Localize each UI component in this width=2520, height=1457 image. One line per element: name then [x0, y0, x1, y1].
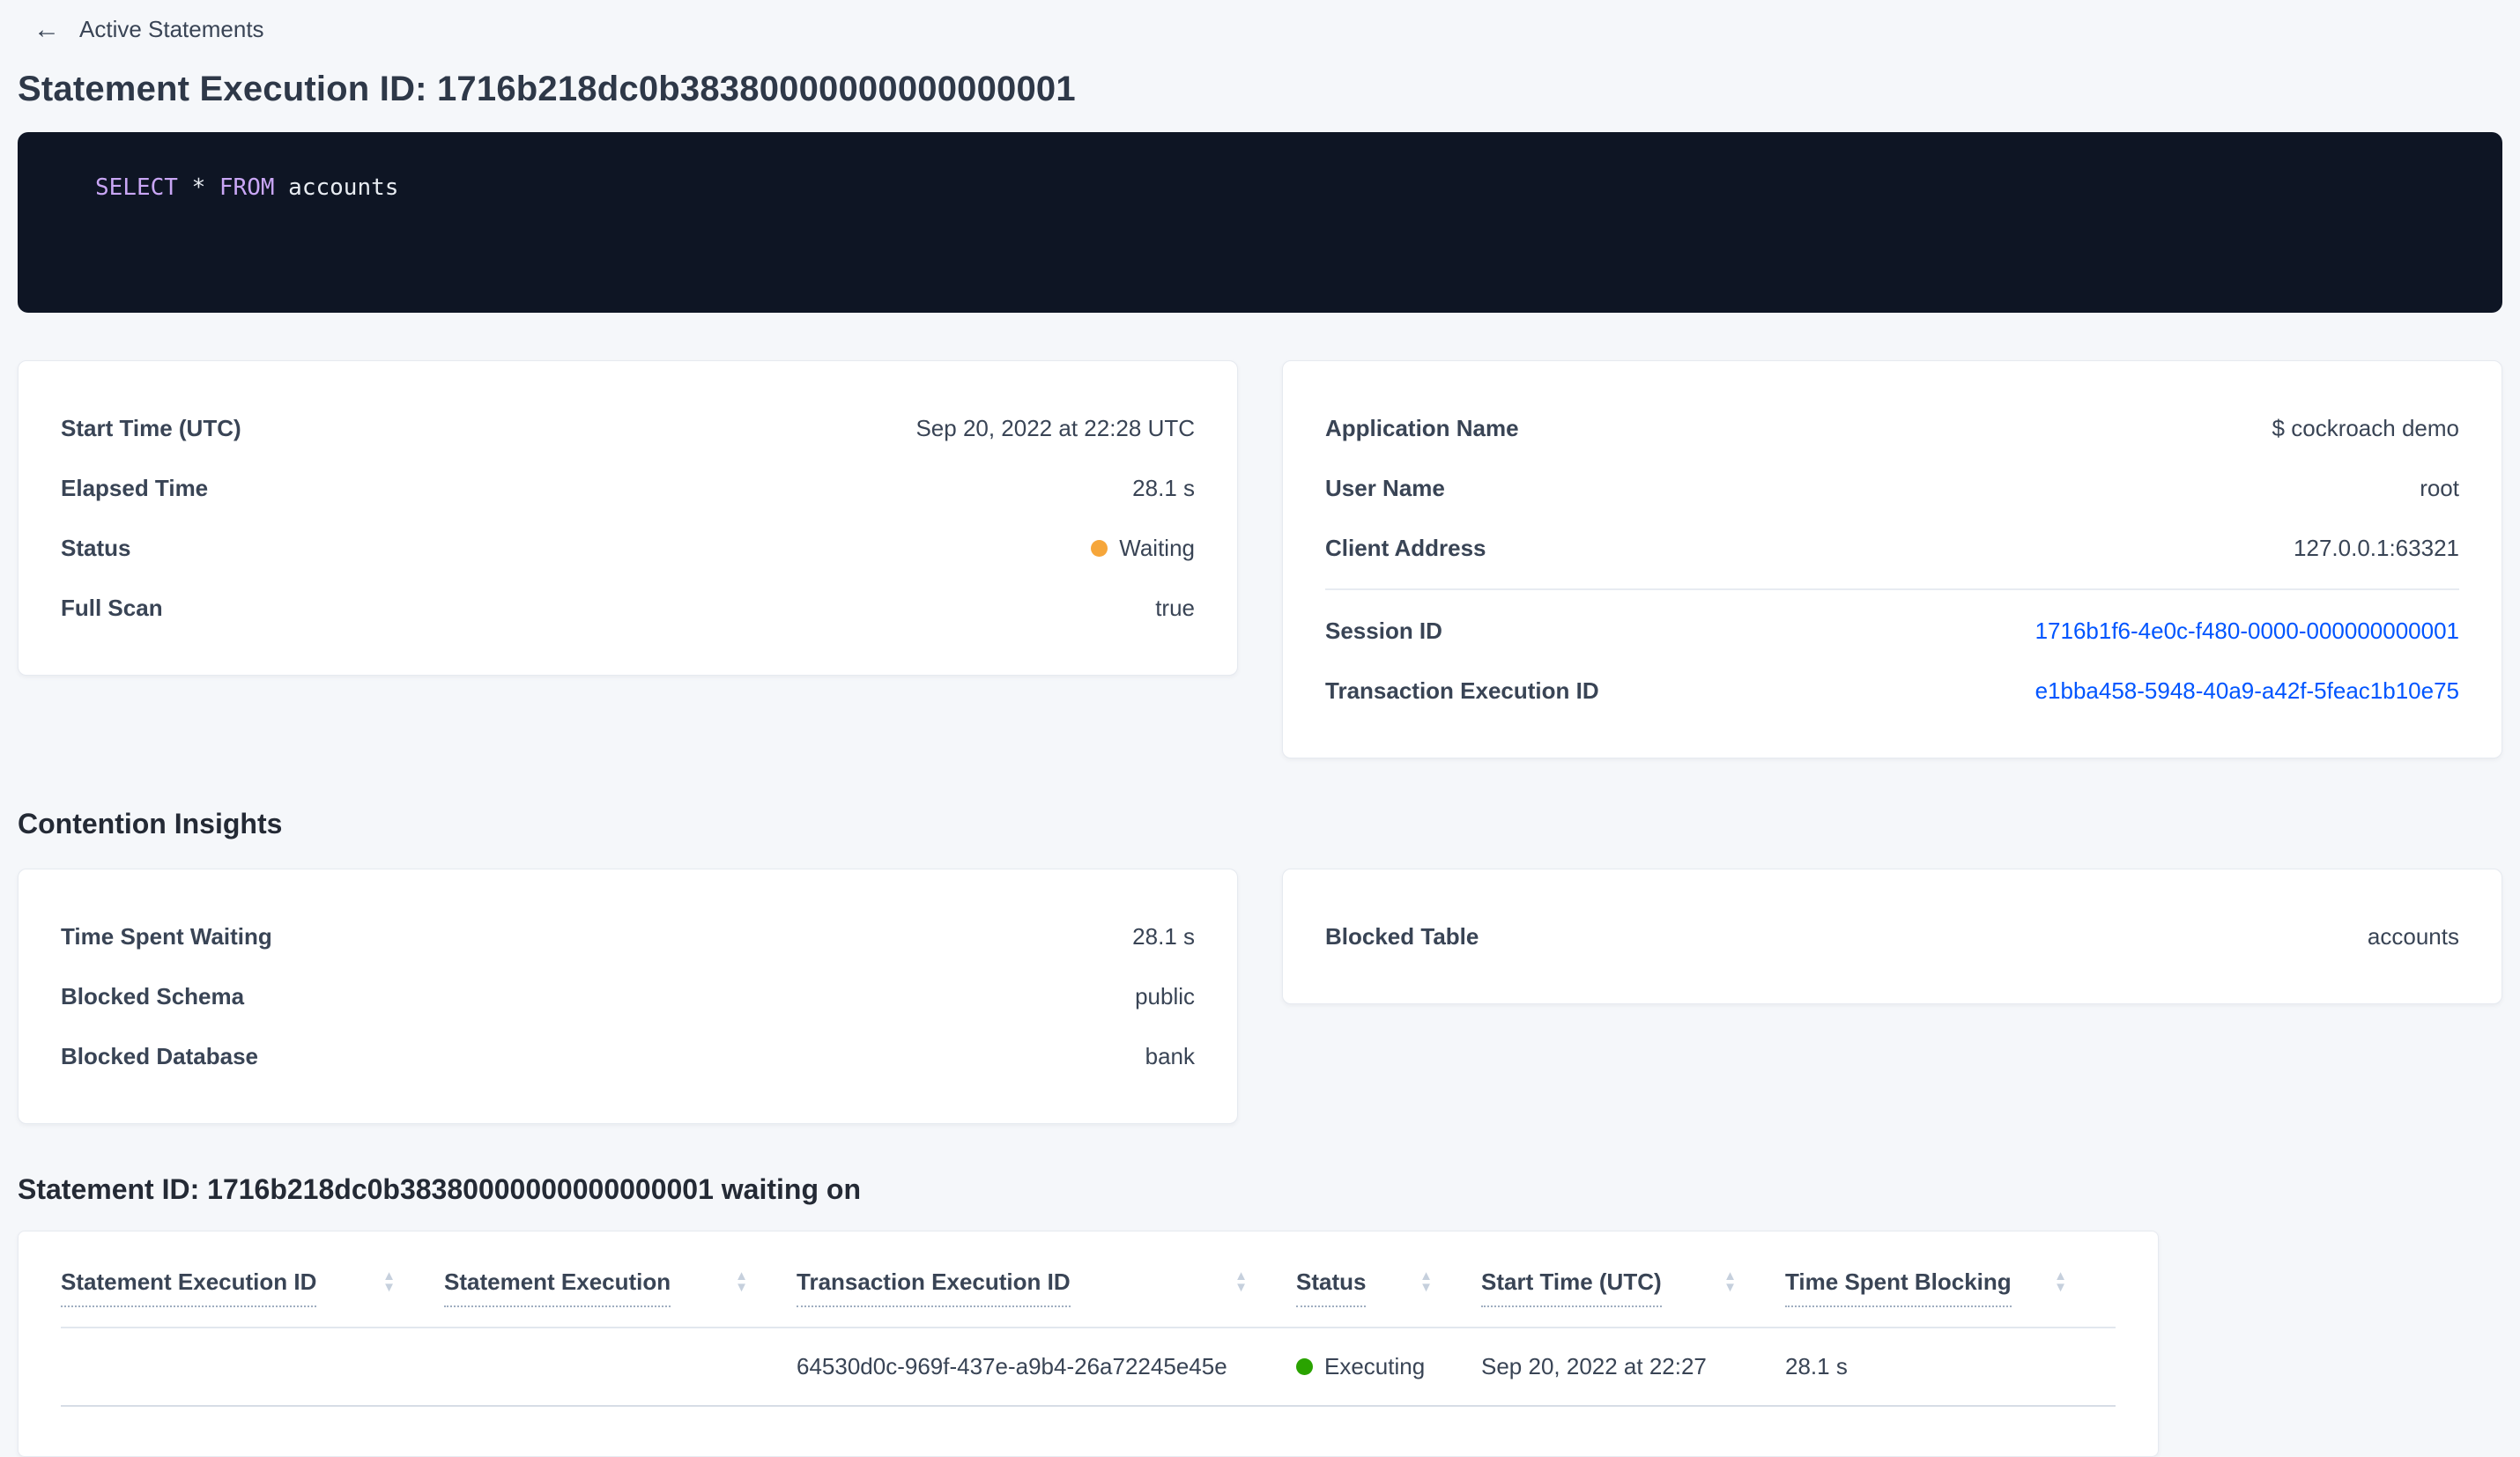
sql-keyword-from: FROM [219, 174, 275, 201]
full-scan-row: Full Scan true [61, 578, 1195, 638]
breadcrumb-label[interactable]: Active Statements [79, 16, 264, 43]
sql-keyword-select: SELECT [95, 174, 178, 201]
client-address-row: Client Address 127.0.0.1:63321 [1325, 518, 2459, 578]
contention-waiting-card: Time Spent Waiting 28.1 s Blocked Schema… [18, 869, 1238, 1124]
statement-execution-details-page: ← Active Statements Statement Execution … [0, 0, 2520, 1457]
waiting-on-table: Statement Execution ID ▲ ▼ Statement Exec… [18, 1231, 2159, 1457]
session-card: Application Name $ cockroach demo User N… [1282, 360, 2502, 758]
elapsed-time-label: Elapsed Time [61, 474, 209, 501]
time-spent-waiting-value: 28.1 s [1132, 922, 1195, 950]
blocked-table-label: Blocked Table [1325, 922, 1479, 950]
contention-insights-heading: Contention Insights [18, 808, 283, 839]
full-scan-label: Full Scan [61, 594, 163, 621]
sort-icon[interactable]: ▲ ▼ [1234, 1269, 1248, 1294]
cell-start-time: Sep 20, 2022 at 22:27 [1481, 1353, 1707, 1379]
column-header-time-spent-blocking[interactable]: Time Spent Blocking ▲ ▼ [1785, 1268, 2116, 1307]
blocked-schema-value: public [1135, 982, 1195, 1010]
column-header-transaction-execution-id[interactable]: Transaction Execution ID ▲ ▼ [797, 1268, 1296, 1307]
waiting-on-heading: Statement ID: 1716b218dc0b38380000000000… [18, 1173, 861, 1205]
cell-time-spent-blocking: 28.1 s [1785, 1353, 1848, 1379]
sql-star: * [191, 174, 206, 201]
elapsed-time-value: 28.1 s [1132, 474, 1195, 501]
column-header-label[interactable]: Statement Execution ID [61, 1268, 317, 1307]
user-name-label: User Name [1325, 474, 1445, 501]
column-header-start-time[interactable]: Start Time (UTC) ▲ ▼ [1481, 1268, 1785, 1307]
time-spent-waiting-row: Time Spent Waiting 28.1 s [61, 906, 1195, 966]
page-title: Statement Execution ID: 1716b218dc0b3838… [18, 70, 1076, 108]
column-header-statement-execution-id[interactable]: Statement Execution ID ▲ ▼ [61, 1268, 444, 1307]
status-value-text: Waiting [1119, 534, 1195, 561]
sort-icon[interactable]: ▲ ▼ [735, 1269, 748, 1294]
client-address-value: 127.0.0.1:63321 [2294, 534, 2459, 561]
transaction-execution-id-label: Transaction Execution ID [1325, 677, 1599, 704]
blocked-database-value: bank [1145, 1042, 1195, 1069]
status-label: Status [61, 534, 131, 561]
blocked-table-card: Blocked Table accounts [1282, 869, 2502, 1004]
application-name-label: Application Name [1325, 414, 1519, 441]
session-id-label: Session ID [1325, 617, 1442, 644]
breadcrumb-back-active-statements[interactable]: ← Active Statements [18, 12, 264, 43]
column-header-status[interactable]: Status ▲ ▼ [1296, 1268, 1481, 1307]
sort-icon[interactable]: ▲ ▼ [382, 1269, 396, 1294]
sort-icon[interactable]: ▲ ▼ [1419, 1269, 1433, 1294]
start-time-value: Sep 20, 2022 at 22:28 UTC [915, 414, 1195, 441]
blocked-table-value: accounts [2367, 922, 2459, 950]
sql-table-name: accounts [288, 174, 399, 201]
status-value: Waiting [1091, 535, 1195, 562]
start-time-label: Start Time (UTC) [61, 414, 241, 441]
sql-statement-box: SELECT * FROM accounts [18, 132, 2502, 313]
column-header-label[interactable]: Transaction Execution ID [797, 1268, 1071, 1307]
cell-transaction-execution-id: 64530d0c-969f-437e-a9b4-26a72245e45e [797, 1353, 1227, 1379]
column-header-label[interactable]: Start Time (UTC) [1481, 1268, 1662, 1307]
table-footer-space [61, 1407, 2116, 1456]
user-name-value: root [2420, 474, 2459, 501]
transaction-execution-id-link[interactable]: e1bba458-5948-40a9-a42f-5feac1b10e75 [2035, 677, 2459, 705]
blocked-database-row: Blocked Database bank [61, 1026, 1195, 1086]
column-header-label[interactable]: Time Spent Blocking [1785, 1268, 2012, 1307]
status-row: Status Waiting [61, 518, 1195, 578]
column-header-label[interactable]: Statement Execution [444, 1268, 671, 1307]
waiting-table-header-row: Statement Execution ID ▲ ▼ Statement Exec… [61, 1231, 2116, 1328]
full-scan-value: true [1155, 594, 1195, 621]
user-name-row: User Name root [1325, 458, 2459, 518]
time-spent-waiting-label: Time Spent Waiting [61, 922, 272, 950]
executing-status-dot-icon [1296, 1358, 1313, 1375]
contention-cards-row: Time Spent Waiting 28.1 s Blocked Schema… [18, 869, 2502, 1124]
arrow-left-icon: ← [33, 14, 60, 44]
column-header-statement-execution[interactable]: Statement Execution ▲ ▼ [444, 1268, 797, 1307]
waiting-status-dot-icon [1091, 539, 1108, 557]
session-id-link[interactable]: 1716b1f6-4e0c-f480-0000-000000000001 [2035, 618, 2459, 645]
client-address-label: Client Address [1325, 534, 1486, 561]
application-name-row: Application Name $ cockroach demo [1325, 398, 2459, 458]
start-time-row: Start Time (UTC) Sep 20, 2022 at 22:28 U… [61, 398, 1195, 458]
blocked-table-row: Blocked Table accounts [1325, 906, 2459, 966]
summary-cards-row: Start Time (UTC) Sep 20, 2022 at 22:28 U… [18, 360, 2502, 758]
overview-card: Start Time (UTC) Sep 20, 2022 at 22:28 U… [18, 360, 1238, 676]
cell-status-text: Executing [1324, 1353, 1426, 1379]
sort-icon[interactable]: ▲ ▼ [2054, 1269, 2067, 1294]
cell-status: Executing [1296, 1353, 1481, 1380]
blocked-database-label: Blocked Database [61, 1042, 258, 1069]
application-name-value: $ cockroach demo [2272, 414, 2459, 441]
column-header-label[interactable]: Status [1296, 1268, 1367, 1307]
blocked-schema-label: Blocked Schema [61, 982, 245, 1010]
session-card-divider [1325, 588, 2459, 590]
sort-icon[interactable]: ▲ ▼ [1723, 1269, 1737, 1294]
session-id-row: Session ID 1716b1f6-4e0c-f480-0000-00000… [1325, 601, 2459, 661]
transaction-execution-id-row: Transaction Execution ID e1bba458-5948-4… [1325, 661, 2459, 721]
elapsed-time-row: Elapsed Time 28.1 s [61, 458, 1195, 518]
waiting-table-row: 64530d0c-969f-437e-a9b4-26a72245e45e Exe… [61, 1328, 2116, 1407]
blocked-schema-row: Blocked Schema public [61, 966, 1195, 1026]
